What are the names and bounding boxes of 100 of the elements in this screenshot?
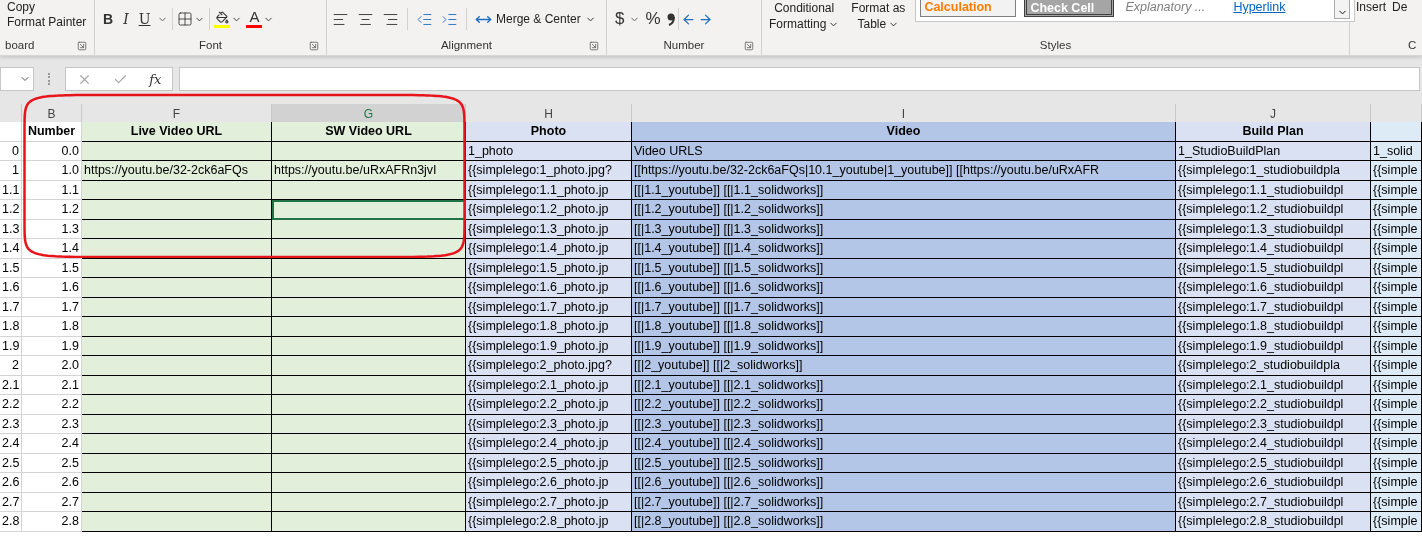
table-cell[interactable]: {{simplelego:1.9_studiobuildpl — [1176, 336, 1371, 356]
table-cell[interactable]: 1_photo — [466, 141, 632, 161]
font-style-button[interactable]: I — [120, 11, 132, 27]
table-cell[interactable]: {{simple — [1371, 297, 1422, 317]
table-cell[interactable] — [82, 453, 272, 473]
table-cell[interactable]: {{simplelego:1_photo.jpg? — [466, 161, 632, 181]
table-cell[interactable] — [82, 200, 272, 220]
table-cell[interactable]: [[|2.8_youtube]] [[|2.8_solidworks]] — [632, 512, 1176, 532]
table-cell[interactable]: {{simplelego:2.3_studiobuildpl — [1176, 414, 1371, 434]
cell-style-item[interactable]: Hyperlink — [1230, 0, 1307, 17]
table-cell[interactable]: {{simplelego:2.6_photo.jp — [466, 473, 632, 493]
cells-button[interactable]: Insert — [1354, 0, 1388, 15]
dialog-launcher-icon[interactable] — [77, 41, 87, 51]
table-cell[interactable]: 1.2 — [0, 200, 22, 220]
table-cell[interactable]: [[|1.3_youtube]] [[|1.3_solidworks]] — [632, 219, 1176, 239]
table-cell[interactable]: [[|2.2_youtube]] [[|2.2_solidworks]] — [632, 395, 1176, 415]
table-cell[interactable]: 1.3 — [0, 219, 22, 239]
table-cell[interactable]: {{simple — [1371, 395, 1422, 415]
table-cell[interactable]: {{simplelego:1.5_studiobuildpl — [1176, 258, 1371, 278]
table-cell[interactable] — [272, 336, 466, 356]
table-cell[interactable] — [82, 492, 272, 512]
table-cell[interactable]: [[|2.6_youtube]] [[|2.6_solidworks]] — [632, 473, 1176, 493]
table-cell[interactable]: 2.1 — [22, 375, 82, 395]
table-cell[interactable]: 0 — [0, 141, 22, 161]
table-cell[interactable]: {{simplelego:2.4_studiobuildpl — [1176, 434, 1371, 454]
table-cell[interactable]: 2.8 — [0, 512, 22, 532]
cell-style-item[interactable]: Explanatory ... — [1122, 0, 1223, 17]
table-cell[interactable]: {{simplelego:1.4_studiobuildpl — [1176, 239, 1371, 259]
table-cell[interactable] — [82, 258, 272, 278]
table-cell[interactable]: {{simplelego:1.3_studiobuildpl — [1176, 219, 1371, 239]
table-cell[interactable]: {{simple — [1371, 414, 1422, 434]
table-cell[interactable]: {{simplelego:2.1_photo.jp — [466, 375, 632, 395]
table-cell[interactable]: 1.7 — [0, 297, 22, 317]
formula-input[interactable] — [179, 67, 1420, 91]
table-cell[interactable] — [272, 375, 466, 395]
table-cell[interactable]: 1_StudioBuildPlan — [1176, 141, 1371, 161]
table-cell[interactable]: {{simplelego:2.7_photo.jp — [466, 492, 632, 512]
table-cell[interactable] — [272, 297, 466, 317]
table-cell[interactable]: {{simplelego:2_photo.jpg? — [466, 356, 632, 376]
table-cell[interactable] — [82, 336, 272, 356]
table-cell[interactable]: https://youtu.be/uRxAFRn3jvI — [272, 161, 466, 181]
table-cell[interactable]: {{simplelego:1.8_photo.jp — [466, 317, 632, 337]
table-cell[interactable] — [82, 356, 272, 376]
table-cell[interactable]: {{simplelego:1.1_studiobuildpl — [1176, 180, 1371, 200]
table-cell[interactable]: 2.5 — [22, 453, 82, 473]
table-cell[interactable]: {{simplelego:1.1_photo.jp — [466, 180, 632, 200]
table-cell[interactable]: [[https://youtu.be/32-2ck6aFQs|10.1_youtube|1_youtube]] [[https://youtu.be/uRxAFR — [632, 161, 1176, 181]
table-cell[interactable]: [[|1.4_youtube]] [[|1.4_solidworks]] — [632, 239, 1176, 259]
table-cell[interactable]: 1.6 — [22, 278, 82, 298]
merge-center-button[interactable]: Merge & Center — [475, 10, 596, 28]
table-cell[interactable] — [272, 492, 466, 512]
table-cell[interactable]: {{simplelego:2_studiobuildpla — [1176, 356, 1371, 376]
table-cell[interactable]: 2.4 — [0, 434, 22, 454]
table-cell[interactable] — [272, 512, 466, 532]
table-cell[interactable] — [82, 219, 272, 239]
table-cell[interactable]: {{simple — [1371, 453, 1422, 473]
table-cell[interactable]: 2.6 — [0, 473, 22, 493]
table-cell[interactable]: 1.5 — [22, 258, 82, 278]
table-cell[interactable]: {{simplelego:1.5_photo.jp — [466, 258, 632, 278]
fill-color-button[interactable] — [214, 10, 243, 28]
table-cell[interactable]: {{simple — [1371, 219, 1422, 239]
table-cell[interactable]: {{simplelego:1_studiobuildpla — [1176, 161, 1371, 181]
table-cell[interactable] — [272, 258, 466, 278]
table-cell[interactable]: [[|1.1_youtube]] [[|1.1_solidworks]] — [632, 180, 1176, 200]
table-cell[interactable]: {{simplelego:2.5_studiobuildpl — [1176, 453, 1371, 473]
table-cell[interactable]: {{simplelego:2.6_studiobuildpl — [1176, 473, 1371, 493]
table-cell[interactable] — [82, 297, 272, 317]
table-cell[interactable]: 2.7 — [22, 492, 82, 512]
table-cell[interactable]: {{simplelego:2.7_studiobuildpl — [1176, 492, 1371, 512]
table-cell[interactable] — [272, 395, 466, 415]
table-cell[interactable] — [82, 278, 272, 298]
table-cell[interactable]: {{simplelego:2.4_photo.jp — [466, 434, 632, 454]
table-cell[interactable] — [82, 434, 272, 454]
clipboard-button[interactable]: Copy — [5, 0, 89, 15]
table-cell[interactable]: {{simplelego:1.6_photo.jp — [466, 278, 632, 298]
table-cell[interactable]: {{simple — [1371, 356, 1422, 376]
table-cell[interactable]: 2.6 — [22, 473, 82, 493]
table-cell[interactable]: [[|1.7_youtube]] [[|1.7_solidworks]] — [632, 297, 1176, 317]
table-cell[interactable]: 2.3 — [22, 414, 82, 434]
table-cell[interactable]: 1.2 — [22, 200, 82, 220]
table-cell[interactable]: {{simple — [1371, 512, 1422, 532]
table-cell[interactable]: [[|2.4_youtube]] [[|2.4_solidworks]] — [632, 434, 1176, 454]
table-cell[interactable]: https://youtu.be/32-2ck6aFQs — [82, 161, 272, 181]
table-cell[interactable]: 1.0 — [22, 161, 82, 181]
table-cell[interactable]: {{simple — [1371, 239, 1422, 259]
table-cell[interactable]: 1_solid — [1371, 141, 1422, 161]
table-cell[interactable]: 1.6 — [0, 278, 22, 298]
table-cell[interactable]: {{simplelego:1.9_photo.jp — [466, 336, 632, 356]
table-cell[interactable]: {{simple — [1371, 317, 1422, 337]
font-color-button[interactable]: A — [246, 10, 275, 28]
table-cell[interactable]: {{simple — [1371, 180, 1422, 200]
table-cell[interactable]: [[|2.1_youtube]] [[|2.1_solidworks]] — [632, 375, 1176, 395]
table-cell[interactable]: 2.4 — [22, 434, 82, 454]
table-cell[interactable]: {{simplelego:2.5_photo.jp — [466, 453, 632, 473]
table-cell[interactable]: {{simplelego:1.2_photo.jp — [466, 200, 632, 220]
table-cell[interactable] — [82, 239, 272, 259]
table-cell[interactable] — [272, 200, 466, 220]
table-cell[interactable] — [272, 356, 466, 376]
table-cell[interactable] — [82, 317, 272, 337]
comma-style-icon[interactable] — [665, 12, 676, 26]
